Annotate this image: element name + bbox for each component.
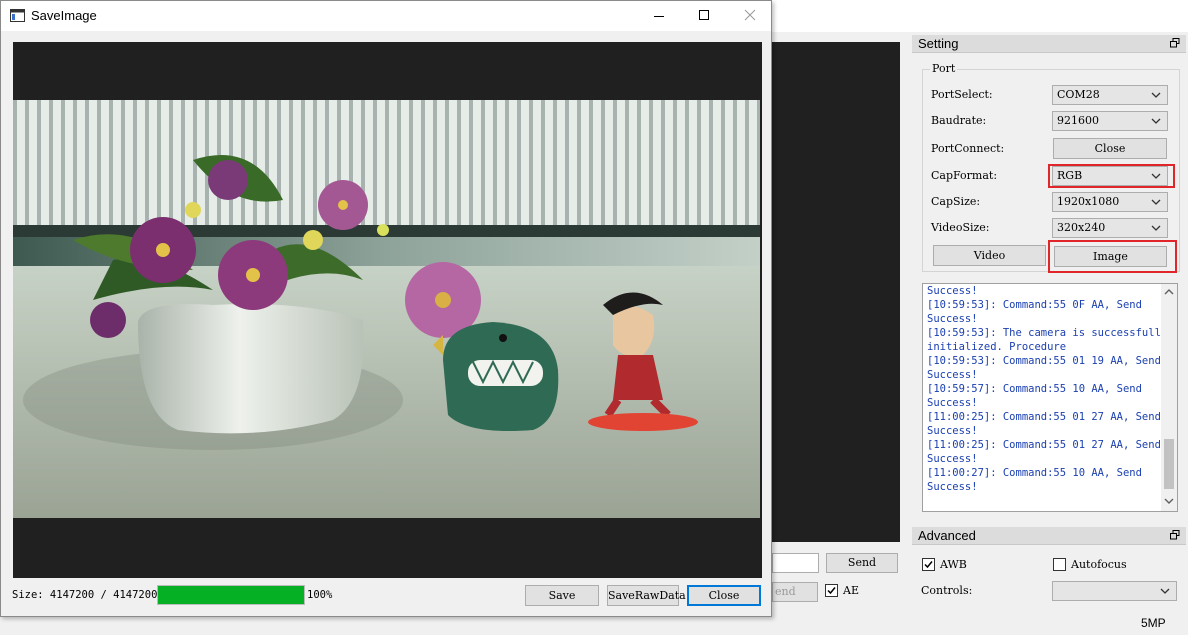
log-line: [10:59:53]: Command:55 01 19 AA, Send: [927, 355, 1161, 367]
log-line: Success!: [927, 313, 978, 325]
controls-combo[interactable]: [1052, 581, 1177, 601]
log-line: [11:00:27]: Command:55 10 AA, Send: [927, 467, 1142, 479]
chevron-down-icon: [1151, 225, 1161, 231]
videosize-label: VideoSize:: [931, 221, 990, 234]
partial-send-button[interactable]: end: [772, 582, 818, 602]
checkmark-icon: [827, 587, 836, 595]
port-close-button[interactable]: Close: [1053, 138, 1167, 159]
advanced-panel-title: Advanced: [918, 528, 976, 543]
portconnect-label: PortConnect:: [931, 142, 1005, 155]
portselect-value: COM28: [1057, 88, 1100, 101]
image-viewport: [13, 42, 762, 578]
log-box[interactable]: Success! [10:59:53]: Command:55 0F AA, S…: [922, 283, 1178, 512]
save-raw-data-button[interactable]: SaveRawData: [607, 585, 686, 606]
setting-panel-header: Setting: [912, 35, 1186, 53]
resolution-status: 5MP: [1141, 616, 1166, 630]
chevron-down-icon: [1151, 118, 1161, 124]
app-window-icon: [10, 9, 25, 22]
maximize-icon[interactable]: [698, 9, 710, 21]
checkmark-icon: [924, 561, 933, 569]
log-line: initialized. Procedure: [927, 341, 1067, 353]
chevron-down-icon: [1151, 199, 1161, 205]
main-title-bar: [772, 0, 1188, 32]
progress-text: 100%: [307, 589, 333, 601]
float-panel-icon[interactable]: [1170, 530, 1180, 540]
autofocus-label: Autofocus: [1071, 558, 1127, 571]
size-text: Size: 4147200 / 4147200: [12, 589, 158, 601]
video-preview-area: [772, 42, 900, 542]
baudrate-label: Baudrate:: [931, 114, 987, 127]
scroll-thumb[interactable]: [1164, 439, 1174, 489]
capsize-label: CapSize:: [931, 195, 981, 208]
controls-label: Controls:: [921, 584, 973, 597]
send-button[interactable]: Send: [826, 553, 898, 573]
scroll-up-icon[interactable]: [1164, 288, 1174, 296]
portselect-label: PortSelect:: [931, 88, 993, 101]
close-icon[interactable]: [744, 9, 756, 21]
dialog-title: SaveImage: [31, 8, 97, 23]
videosize-value: 320x240: [1057, 221, 1106, 234]
progress-bar: [157, 585, 305, 605]
capsize-combo[interactable]: 1920x1080: [1052, 192, 1168, 212]
progress-fill: [158, 586, 304, 604]
log-line: Success!: [927, 397, 978, 409]
capsize-value: 1920x1080: [1057, 195, 1120, 208]
send-input[interactable]: [772, 553, 819, 573]
awb-label: AWB: [940, 558, 967, 571]
ae-checkbox[interactable]: [825, 584, 838, 597]
log-line: [11:00:25]: Command:55 01 27 AA, Send: [927, 411, 1161, 423]
log-line: Success!: [927, 425, 978, 437]
log-text: Success! [10:59:53]: Command:55 0F AA, S…: [927, 284, 1167, 494]
video-button[interactable]: Video: [933, 245, 1046, 266]
capformat-label: CapFormat:: [931, 169, 998, 182]
awb-checkbox[interactable]: [922, 558, 935, 571]
save-button[interactable]: Save: [525, 585, 599, 606]
setting-panel-title: Setting: [918, 36, 959, 51]
log-line: [10:59:57]: Command:55 10 AA, Send: [927, 383, 1142, 395]
log-scrollbar[interactable]: [1161, 284, 1177, 511]
log-line: [10:59:53]: Command:55 0F AA, Send: [927, 299, 1142, 311]
log-line: [11:00:25]: Command:55 01 27 AA, Send: [927, 439, 1161, 451]
captured-photo: [13, 100, 760, 518]
log-line: Success!: [927, 369, 978, 381]
dialog-title-bar: SaveImage: [1, 1, 771, 31]
advanced-panel-header: Advanced: [912, 527, 1186, 545]
saveimage-dialog: SaveImage Size: 4147200 / 4147200 100% S…: [0, 0, 772, 617]
close-button[interactable]: Close: [687, 585, 761, 606]
baudrate-combo[interactable]: 921600: [1052, 111, 1168, 131]
log-line: [10:59:53]: The camera is successfully: [927, 327, 1168, 339]
minimize-icon[interactable]: [653, 10, 665, 22]
chevron-down-icon: [1160, 588, 1170, 594]
baudrate-value: 921600: [1057, 114, 1099, 127]
capformat-highlight-box: [1048, 164, 1175, 188]
portselect-combo[interactable]: COM28: [1052, 85, 1168, 105]
ae-label: AE: [843, 584, 859, 597]
videosize-combo[interactable]: 320x240: [1052, 218, 1168, 238]
autofocus-checkbox[interactable]: [1053, 558, 1066, 571]
scroll-down-icon[interactable]: [1164, 497, 1174, 505]
port-group-title: Port: [930, 62, 958, 75]
log-line: Success!: [927, 453, 978, 465]
image-highlight-box: [1048, 240, 1177, 273]
log-line: Success!: [927, 481, 978, 493]
log-line: Success!: [927, 285, 978, 297]
float-panel-icon[interactable]: [1170, 38, 1180, 48]
chevron-down-icon: [1151, 92, 1161, 98]
